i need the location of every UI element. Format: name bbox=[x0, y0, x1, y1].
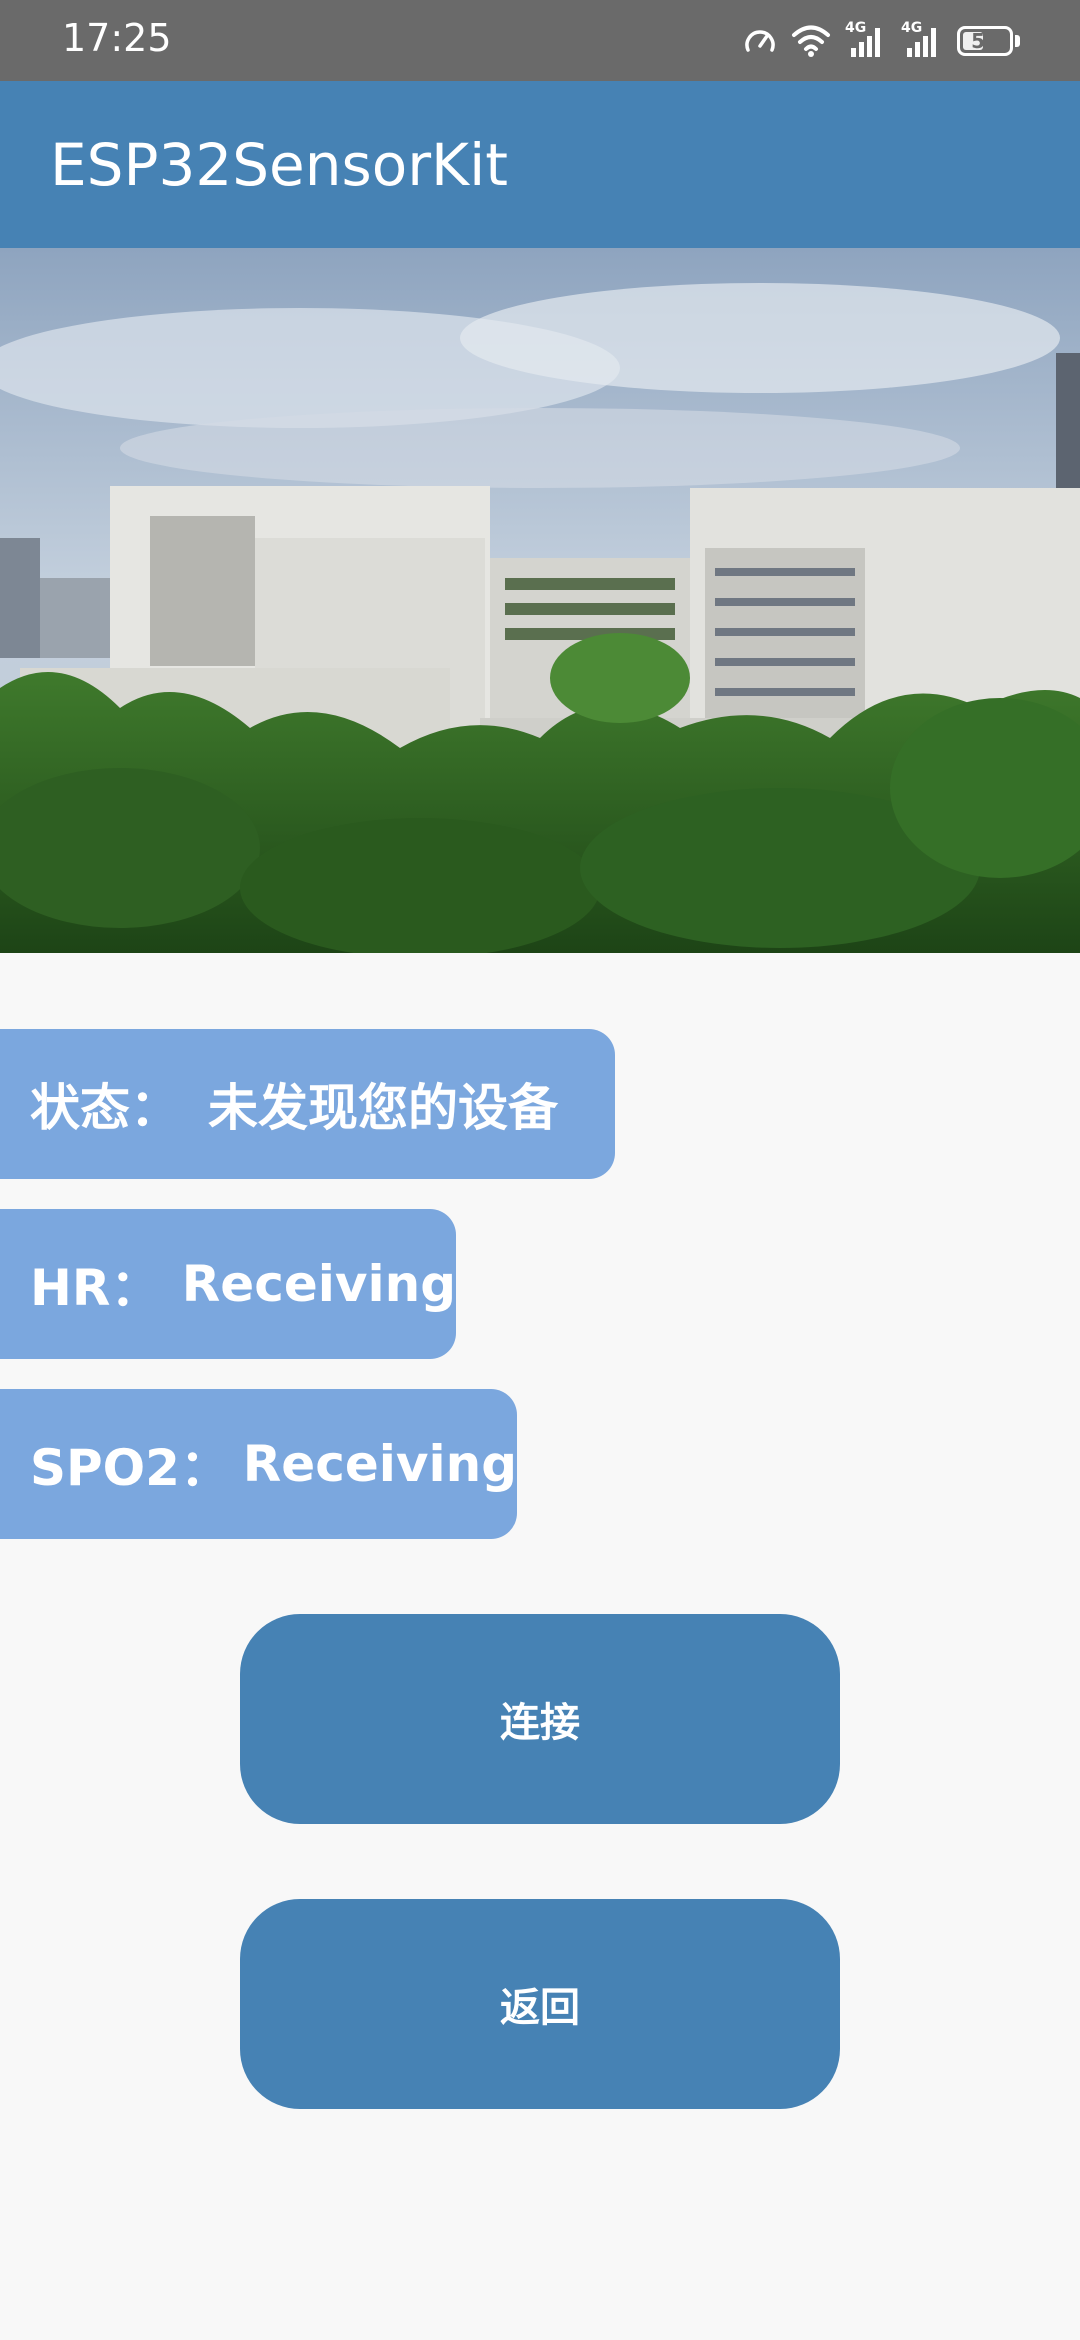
status-pill: 状态： 未发现您的设备 bbox=[0, 1029, 615, 1179]
status-bar: 17:25 4G 4G 51 bbox=[0, 0, 1080, 81]
hr-pill: HR： Receiving bbox=[0, 1209, 456, 1359]
app-bar: ESP32SensorKit bbox=[0, 81, 1080, 248]
app-title: ESP32SensorKit bbox=[50, 131, 508, 199]
status-icons: 4G 4G 51 bbox=[743, 20, 1020, 62]
speedometer-icon bbox=[745, 30, 775, 52]
wifi-icon bbox=[792, 25, 830, 57]
hr-label: HR： bbox=[30, 1259, 161, 1317]
status-time: 17:25 bbox=[62, 16, 172, 60]
spo2-value: Receiving bbox=[242, 1435, 517, 1493]
signal-icon-2: 4G bbox=[901, 20, 943, 58]
signal-icon-1: 4G bbox=[845, 20, 887, 58]
status-value: 未发现您的设备 bbox=[208, 1079, 558, 1137]
back-button[interactable]: 返回 bbox=[240, 1899, 840, 2109]
connect-button[interactable]: 连接 bbox=[240, 1614, 840, 1824]
battery-indicator: 51 bbox=[957, 26, 1020, 56]
battery-percent: 51 bbox=[971, 29, 999, 53]
spo2-pill: SPO2： Receiving bbox=[0, 1389, 517, 1539]
hero-image bbox=[0, 248, 1080, 953]
status-label: 状态： bbox=[30, 1079, 180, 1137]
battery-cap bbox=[1015, 35, 1020, 47]
campus-building-photo bbox=[0, 248, 1080, 953]
spo2-label: SPO2： bbox=[30, 1439, 230, 1497]
hr-value: Receiving bbox=[181, 1255, 456, 1313]
battery-icon: 51 bbox=[957, 26, 1013, 56]
